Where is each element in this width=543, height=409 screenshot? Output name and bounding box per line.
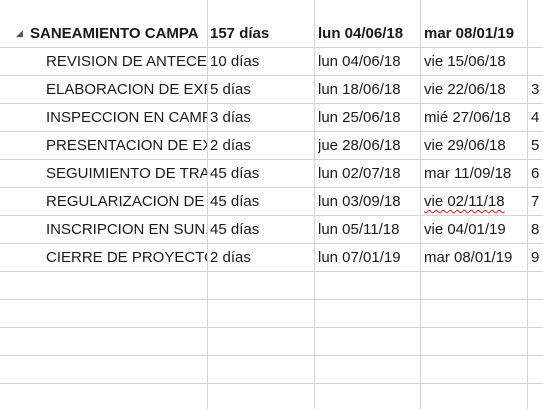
task-name-cell[interactable]: PRESENTACION DE EX — [46, 132, 207, 159]
start-date-cell[interactable]: lun 07/01/19 — [318, 244, 420, 271]
end-date-cell[interactable]: vie 04/01/19 — [424, 216, 527, 243]
predecessor-cell[interactable]: 9 — [531, 244, 543, 271]
task-name-cell[interactable]: CIERRE DE PROYECTO — [46, 244, 207, 271]
task-name-cell[interactable]: REGULARIZACION DE — [46, 188, 207, 215]
task-row[interactable]: REGULARIZACION DE 45 días lun 03/09/18 v… — [0, 188, 543, 216]
predecessor-cell[interactable]: 7 — [531, 188, 543, 215]
task-name-cell[interactable]: REVISION DE ANTECEI — [46, 48, 207, 75]
duration-cell[interactable]: 45 días — [210, 188, 314, 215]
duration-cell[interactable]: 3 días — [210, 104, 314, 131]
task-row[interactable]: PRESENTACION DE EX 2 días jue 28/06/18 v… — [0, 132, 543, 160]
predecessor-cell[interactable]: 6 — [531, 160, 543, 187]
task-row[interactable]: INSPECCION EN CAMP 3 días lun 25/06/18 m… — [0, 104, 543, 132]
duration-cell[interactable]: 157 días — [210, 20, 314, 47]
start-date-cell[interactable]: lun 04/06/18 — [318, 20, 420, 47]
task-row[interactable]: ELABORACION DE EXP 5 días lun 18/06/18 v… — [0, 76, 543, 104]
end-date-cell[interactable]: vie 02/11/18 — [424, 188, 527, 215]
duration-cell[interactable]: 45 días — [210, 160, 314, 187]
predecessor-cell[interactable]: 5 — [531, 132, 543, 159]
end-date-cell[interactable]: mar 08/01/19 — [424, 20, 527, 47]
empty-row[interactable] — [0, 356, 543, 384]
predecessor-cell[interactable] — [531, 48, 543, 75]
task-row[interactable]: CIERRE DE PROYECTO 2 días lun 07/01/19 m… — [0, 244, 543, 272]
predecessor-cell[interactable]: 4 — [531, 104, 543, 131]
empty-row[interactable] — [0, 384, 543, 409]
duration-cell[interactable]: 10 días — [210, 48, 314, 75]
duration-cell[interactable]: 2 días — [210, 244, 314, 271]
end-date-cell[interactable]: vie 22/06/18 — [424, 76, 527, 103]
task-name-cell[interactable]: SANEAMIENTO CAMPA — [30, 20, 207, 47]
task-name-cell[interactable]: INSCRIPCION EN SUN. — [46, 216, 207, 243]
summary-task-row[interactable]: ◢ SANEAMIENTO CAMPA 157 días lun 04/06/1… — [0, 20, 543, 48]
empty-row[interactable] — [0, 300, 543, 328]
end-date-cell[interactable]: mar 08/01/19 — [424, 244, 527, 271]
task-row[interactable]: INSCRIPCION EN SUN. 45 días lun 05/11/18… — [0, 216, 543, 244]
task-name-cell[interactable]: ELABORACION DE EXP — [46, 76, 207, 103]
spellcheck-underlined-text: vie 02/11/18 — [424, 193, 505, 210]
empty-row[interactable] — [0, 272, 543, 300]
start-date-cell[interactable]: lun 25/06/18 — [318, 104, 420, 131]
task-row[interactable]: REVISION DE ANTECEI 10 días lun 04/06/18… — [0, 48, 543, 76]
start-date-cell[interactable]: lun 05/11/18 — [318, 216, 420, 243]
task-row[interactable]: SEGUIMIENTO DE TRA 45 días lun 02/07/18 … — [0, 160, 543, 188]
duration-cell[interactable]: 45 días — [210, 216, 314, 243]
end-date-cell[interactable]: mar 11/09/18 — [424, 160, 527, 187]
predecessor-cell[interactable]: 3 — [531, 76, 543, 103]
empty-row[interactable] — [0, 328, 543, 356]
task-sheet: ◢ SANEAMIENTO CAMPA 157 días lun 04/06/1… — [0, 0, 543, 409]
end-date-cell[interactable]: vie 15/06/18 — [424, 48, 527, 75]
start-date-cell[interactable]: jue 28/06/18 — [318, 132, 420, 159]
predecessor-cell[interactable]: 8 — [531, 216, 543, 243]
start-date-cell[interactable]: lun 03/09/18 — [318, 188, 420, 215]
task-name-cell[interactable]: INSPECCION EN CAMP — [46, 104, 207, 131]
collapse-triangle-icon[interactable]: ◢ — [16, 20, 23, 47]
start-date-cell[interactable]: lun 02/07/18 — [318, 160, 420, 187]
end-date-cell[interactable]: vie 29/06/18 — [424, 132, 527, 159]
task-name-cell[interactable]: SEGUIMIENTO DE TRA — [46, 160, 207, 187]
duration-cell[interactable]: 5 días — [210, 76, 314, 103]
start-date-cell[interactable]: lun 04/06/18 — [318, 48, 420, 75]
start-date-cell[interactable]: lun 18/06/18 — [318, 76, 420, 103]
end-date-cell[interactable]: mié 27/06/18 — [424, 104, 527, 131]
duration-cell[interactable]: 2 días — [210, 132, 314, 159]
